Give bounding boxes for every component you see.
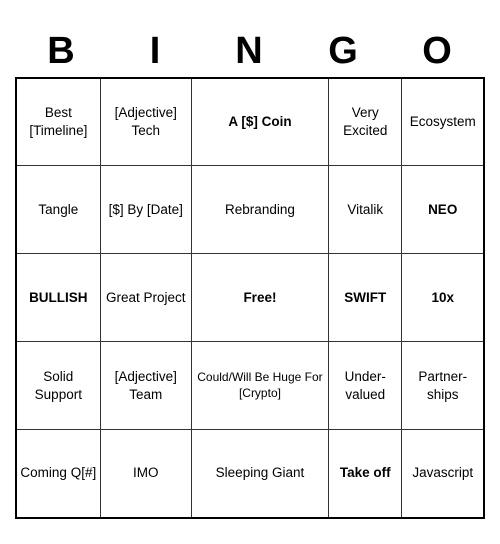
cell-r2c4: Vitalik [329,166,402,254]
header-i: I [109,26,203,77]
cell-r2c5: NEO [402,166,484,254]
header-n: N [203,26,297,77]
header-b: B [15,26,109,77]
cell-r5c3: Sleeping Giant [191,430,328,518]
table-row: Solid Support [Adjective] Team Could/Wil… [16,342,484,430]
cell-r5c4: Take off [329,430,402,518]
cell-r1c1: Best [Timeline] [16,78,100,166]
cell-r4c2: [Adjective] Team [100,342,191,430]
cell-r1c4: Very Excited [329,78,402,166]
cell-r3c5: 10x [402,254,484,342]
cell-r4c4: Under-valued [329,342,402,430]
cell-r2c2: [$] By [Date] [100,166,191,254]
cell-r4c1: Solid Support [16,342,100,430]
cell-r5c2: IMO [100,430,191,518]
cell-r1c3: A [$] Coin [191,78,328,166]
cell-r3c2: Great Project [100,254,191,342]
table-row: Tangle [$] By [Date] Rebranding Vitalik … [16,166,484,254]
bingo-header: B I N G O [15,26,485,77]
table-row: Coming Q[#] IMO Sleeping Giant Take off … [16,430,484,518]
cell-r3c1: BULLISH [16,254,100,342]
cell-r2c1: Tangle [16,166,100,254]
cell-r3c4: SWIFT [329,254,402,342]
cell-r3c3-free: Free! [191,254,328,342]
cell-r2c3: Rebranding [191,166,328,254]
table-row: Best [Timeline] [Adjective] Tech A [$] C… [16,78,484,166]
header-g: G [297,26,391,77]
cell-r4c3: Could/Will Be Huge For [Crypto] [191,342,328,430]
bingo-grid: Best [Timeline] [Adjective] Tech A [$] C… [15,77,485,519]
cell-r1c5: Ecosystem [402,78,484,166]
cell-r5c1: Coming Q[#] [16,430,100,518]
cell-r1c2: [Adjective] Tech [100,78,191,166]
cell-r5c5: Javascript [402,430,484,518]
header-o: O [391,26,485,77]
table-row: BULLISH Great Project Free! SWIFT 10x [16,254,484,342]
cell-r4c5: Partner-ships [402,342,484,430]
